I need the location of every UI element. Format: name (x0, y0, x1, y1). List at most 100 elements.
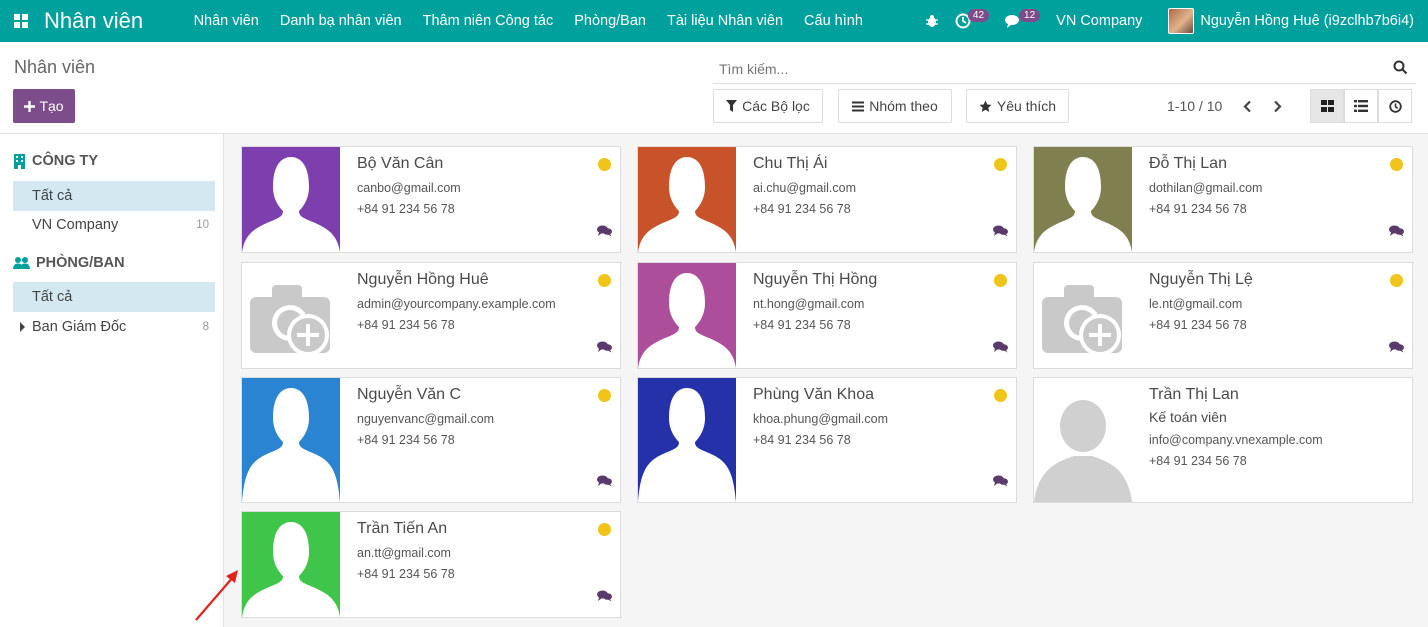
company-filter-count: 10 (196, 219, 209, 231)
employee-phone: +84 91 234 56 78 (357, 567, 455, 581)
chat-icon[interactable] (597, 340, 612, 358)
menu-item-employees[interactable]: Nhân viên (183, 0, 269, 42)
employee-name: Chu Thị Ái (753, 155, 828, 172)
employee-card[interactable]: Trần Thị Lan Kế toán viên info@company.vne… (1033, 377, 1413, 503)
employee-email: dothilan@gmail.com (1149, 181, 1263, 195)
employee-phone: +84 91 234 56 78 (753, 202, 851, 216)
chat-icon[interactable] (1389, 340, 1404, 358)
chat-icon[interactable] (597, 589, 612, 607)
debug-icon[interactable] (917, 0, 947, 42)
employee-name: Nguyễn Thị Lệ (1149, 271, 1253, 288)
app-title[interactable]: Nhân viên (44, 8, 143, 34)
user-menu[interactable]: Nguyễn Hồng Huê (i9zclhb7b6i4) (1150, 0, 1428, 42)
employee-card[interactable]: Nguyễn Thị Lệ le.nt@gmail.com +84 91 234 5… (1033, 262, 1413, 369)
annotation-arrow-icon (195, 570, 238, 621)
chat-icon[interactable] (1389, 224, 1404, 242)
presence-status-icon (598, 523, 611, 536)
create-button-label: Tạo (39, 98, 64, 114)
employee-card[interactable]: Bộ Văn Cân canbo@gmail.com +84 91 234 56 7… (241, 146, 621, 253)
employee-email: an.tt@gmail.com (357, 546, 451, 560)
filters-button[interactable]: Các Bộ lọc (713, 89, 823, 123)
chat-icon[interactable] (993, 224, 1008, 242)
presence-status-icon (1390, 158, 1403, 171)
users-icon (13, 257, 30, 269)
pager-next-icon[interactable] (1266, 95, 1288, 117)
menu-item-documents[interactable]: Tài liệu Nhân viên (656, 0, 793, 42)
employee-name: Nguyễn Thị Hồng (753, 271, 878, 288)
kanban-grid-icon (1320, 100, 1334, 112)
create-button[interactable]: Tạo (13, 89, 75, 123)
chat-icon[interactable] (993, 340, 1008, 358)
list-view-button[interactable] (1344, 89, 1378, 123)
chat-icon[interactable] (597, 474, 612, 492)
favorites-button-label: Yêu thích (996, 98, 1057, 114)
employee-card[interactable]: Đỗ Thị Lan dothilan@gmail.com +84 91 234 5… (1033, 146, 1413, 253)
apps-menu-icon[interactable] (0, 0, 42, 42)
employee-email: khoa.phung@gmail.com (753, 412, 888, 426)
camera-placeholder-icon (242, 263, 340, 368)
employee-card[interactable]: Phùng Văn Khoa khoa.phung@gmail.com +84 91… (637, 377, 1017, 503)
company-switcher[interactable]: VN Company (1048, 0, 1150, 42)
menu-item-seniority[interactable]: Thâm niên Công tác (412, 0, 564, 42)
employee-card[interactable]: Chu Thị Ái ai.chu@gmail.com +84 91 234 56 … (637, 146, 1017, 253)
caret-right-icon[interactable] (20, 322, 25, 332)
group-by-button[interactable]: Nhóm theo (838, 89, 952, 123)
clock-icon (1388, 99, 1402, 113)
employee-email: nt.hong@gmail.com (753, 297, 865, 311)
search-input[interactable] (713, 60, 1373, 77)
employee-card[interactable]: Nguyễn Văn C nguyenvanc@gmail.com +84 91 2… (241, 377, 621, 503)
department-filter-label: Tất cả (32, 289, 73, 305)
department-section-header: PHÒNG/BAN (13, 255, 125, 271)
company-filter-vn-company[interactable]: VN Company 10 (13, 210, 215, 240)
employee-email: nguyenvanc@gmail.com (357, 412, 495, 426)
user-name: Nguyễn Hồng Huê (i9zclhb7b6i4) (1200, 13, 1414, 29)
department-filter-label: Ban Giám Đốc (32, 319, 127, 335)
menu-item-configuration[interactable]: Cấu hình (794, 0, 874, 42)
presence-status-icon (994, 389, 1007, 402)
kanban-view-button[interactable] (1310, 89, 1344, 123)
department-filter-all[interactable]: Tất cả (13, 282, 215, 312)
chat-icon[interactable] (597, 224, 612, 242)
list-bars-icon (852, 101, 865, 111)
employee-card[interactable]: Nguyễn Thị Hồng nt.hong@gmail.com +84 91 2… (637, 262, 1017, 369)
employee-phone: +84 91 234 56 78 (1149, 202, 1247, 216)
building-icon (14, 153, 25, 169)
company-filter-label: Tất cả (32, 188, 73, 204)
favorites-button[interactable]: Yêu thích (966, 89, 1069, 123)
messages-button[interactable]: 12 (997, 0, 1048, 42)
menu-item-departments[interactable]: Phòng/Ban (564, 0, 657, 42)
messages-count-badge: 12 (1019, 8, 1041, 22)
chat-icon[interactable] (993, 474, 1008, 492)
department-filter-count: 8 (202, 321, 209, 333)
employee-card[interactable]: Trần Tiến An an.tt@gmail.com +84 91 234 56… (241, 511, 621, 618)
company-section-title: CÔNG TY (32, 153, 99, 169)
activities-button[interactable]: 42 (947, 0, 997, 42)
employee-name: Phùng Văn Khoa (753, 386, 874, 403)
employee-email: admin@yourcompany.example.com (357, 297, 556, 311)
company-filter-all[interactable]: Tất cả (13, 181, 215, 211)
filter-icon (726, 100, 738, 112)
top-navbar: Nhân viên Nhân viên Danh bạ nhân viên Th… (0, 0, 1428, 42)
search-bar (713, 54, 1416, 84)
plus-icon (24, 100, 36, 112)
control-panel: Nhân viên Tạo Các Bộ lọc Nhóm theo Yêu t… (0, 42, 1428, 134)
employee-phone: +84 91 234 56 78 (753, 318, 851, 332)
employee-card[interactable]: Nguyễn Hồng Huê admin@yourcompany.example… (241, 262, 621, 369)
employee-name: Nguyễn Văn C (357, 386, 462, 403)
employee-avatar-silhouette (242, 512, 340, 617)
camera-placeholder-icon (1034, 263, 1132, 368)
employee-photo-placeholder (1034, 378, 1132, 502)
pager-value[interactable]: 1-10 / 10 (1167, 98, 1222, 114)
employee-avatar-silhouette (638, 263, 736, 368)
main-menu: Nhân viên Danh bạ nhân viên Thâm niên Cô… (183, 0, 873, 42)
pager-previous-icon[interactable] (1236, 95, 1258, 117)
employee-job-title: Kế toán viên (1149, 409, 1227, 425)
presence-status-icon (994, 158, 1007, 171)
search-icon[interactable] (1393, 60, 1408, 75)
activity-view-button[interactable] (1378, 89, 1412, 123)
employee-name: Nguyễn Hồng Huê (357, 271, 489, 288)
menu-item-directory[interactable]: Danh bạ nhân viên (269, 0, 412, 42)
department-filter-ban-giam-doc[interactable]: Ban Giám Đốc 8 (13, 312, 215, 342)
employee-avatar-silhouette (638, 147, 736, 252)
employee-email: le.nt@gmail.com (1149, 297, 1243, 311)
